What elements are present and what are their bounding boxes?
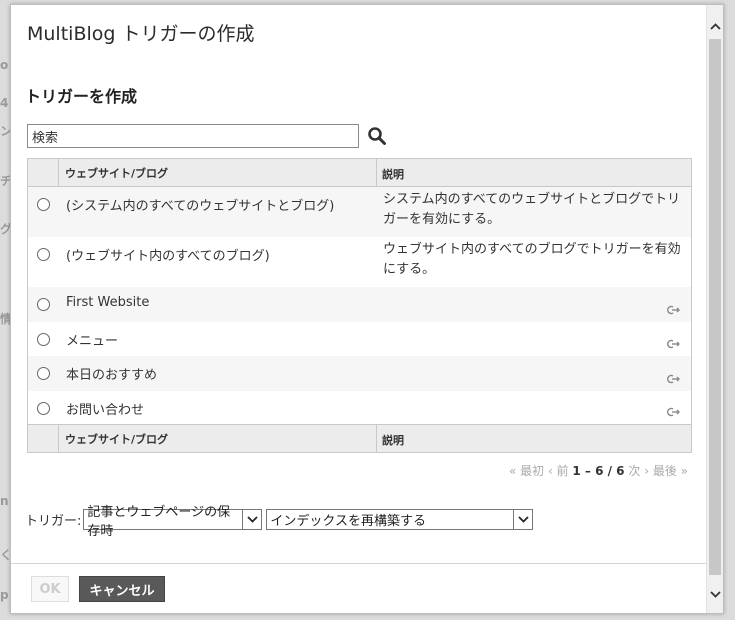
open-blog-link-icon[interactable]: [667, 338, 681, 349]
pager-first: « 最初: [508, 464, 545, 478]
row-radio[interactable]: [37, 367, 50, 380]
row-description: [377, 356, 691, 391]
row-name: 本日のおすすめ: [66, 368, 158, 383]
pager-prev: ‹ 前: [547, 464, 569, 478]
bg-fragment: 4: [0, 96, 9, 110]
chevron-down-icon: [513, 510, 533, 529]
open-blog-link-icon[interactable]: [667, 406, 681, 417]
row-description: システム内のすべてのウェブサイトとブログでトリガーを有効にする。: [383, 192, 681, 227]
trigger-action-select[interactable]: インデックスを再構築する: [266, 509, 534, 530]
column-footer-description: 説明: [382, 434, 404, 447]
dialog-footer: OK キャンセル: [11, 563, 723, 613]
column-header-website-blog[interactable]: ウェブサイト/ブログ: [59, 159, 377, 186]
table-header: ウェブサイト/ブログ 説明: [28, 159, 691, 187]
row-name: (システム内のすべてのウェブサイトとブログ): [66, 199, 335, 214]
section-title: トリガーを作成: [25, 87, 138, 106]
column-footer-website-blog: ウェブサイト/ブログ: [59, 425, 377, 452]
row-radio[interactable]: [37, 333, 50, 346]
row-radio[interactable]: [37, 298, 50, 311]
table-row[interactable]: お問い合わせ: [28, 391, 691, 424]
row-radio[interactable]: [37, 402, 50, 415]
pager-next: 次 ›: [628, 464, 649, 478]
create-trigger-dialog: MultiBlog トリガーの作成 トリガーを作成 ウェブサイト/ブログ 説明 …: [10, 4, 724, 614]
search-input[interactable]: [27, 124, 359, 148]
table-footer: ウェブサイト/ブログ 説明: [28, 424, 691, 452]
row-name: First Website: [66, 295, 150, 310]
dialog-title: MultiBlog トリガーの作成: [27, 23, 255, 45]
table-row[interactable]: First Website: [28, 287, 691, 322]
ok-button[interactable]: OK: [31, 576, 69, 602]
row-name: お問い合わせ: [66, 403, 145, 418]
bg-fragment: n: [0, 494, 9, 508]
trigger-action-value: インデックスを再構築する: [270, 514, 427, 529]
row-description: [377, 391, 691, 424]
row-description: [377, 322, 691, 356]
column-header-description[interactable]: 説明: [377, 159, 691, 186]
row-description: ウェブサイト内のすべてのブログでトリガーを有効にする。: [383, 242, 681, 277]
pager-range: 1 – 6 / 6: [572, 464, 625, 478]
scrollbar-thumb[interactable]: [709, 39, 721, 575]
row-name: (ウェブサイト内のすべてのブログ): [66, 249, 270, 264]
table-row[interactable]: メニュー: [28, 322, 691, 356]
vertical-scrollbar[interactable]: [706, 5, 723, 613]
trigger-label: トリガー:: [25, 514, 82, 529]
pager-last: 最後 »: [652, 464, 688, 478]
row-name: メニュー: [66, 334, 119, 349]
trigger-event-value: 記事とウェブページの保存時: [87, 504, 231, 539]
table-row[interactable]: (システム内のすべてのウェブサイトとブログ) システム内のすべてのウェブサイトと…: [28, 187, 691, 237]
table-row[interactable]: (ウェブサイト内のすべてのブログ) ウェブサイト内のすべてのブログでトリガーを有…: [28, 237, 691, 287]
row-description: [377, 287, 691, 322]
pagination: « 最初 ‹ 前 1 – 6 / 6 次 › 最後 »: [509, 462, 688, 479]
trigger-settings: トリガー: 記事とウェブページの保存時 インデックスを再構築する: [25, 505, 534, 539]
bg-fragment: o: [0, 58, 9, 72]
table-row[interactable]: 本日のおすすめ: [28, 356, 691, 391]
open-blog-link-icon[interactable]: [667, 373, 681, 384]
open-blog-link-icon[interactable]: [667, 304, 681, 315]
scroll-up-icon[interactable]: [707, 17, 723, 35]
chevron-down-icon: [242, 510, 262, 529]
bg-fragment: p: [0, 588, 9, 602]
search-icon[interactable]: [367, 126, 387, 146]
row-radio[interactable]: [37, 248, 50, 261]
blog-table: ウェブサイト/ブログ 説明 (システム内のすべてのウェブサイトとブログ) システ…: [27, 158, 692, 453]
trigger-event-select[interactable]: 記事とウェブページの保存時: [83, 505, 263, 539]
scroll-down-icon[interactable]: [707, 585, 723, 603]
cancel-button[interactable]: キャンセル: [79, 576, 165, 602]
row-radio[interactable]: [37, 198, 50, 211]
